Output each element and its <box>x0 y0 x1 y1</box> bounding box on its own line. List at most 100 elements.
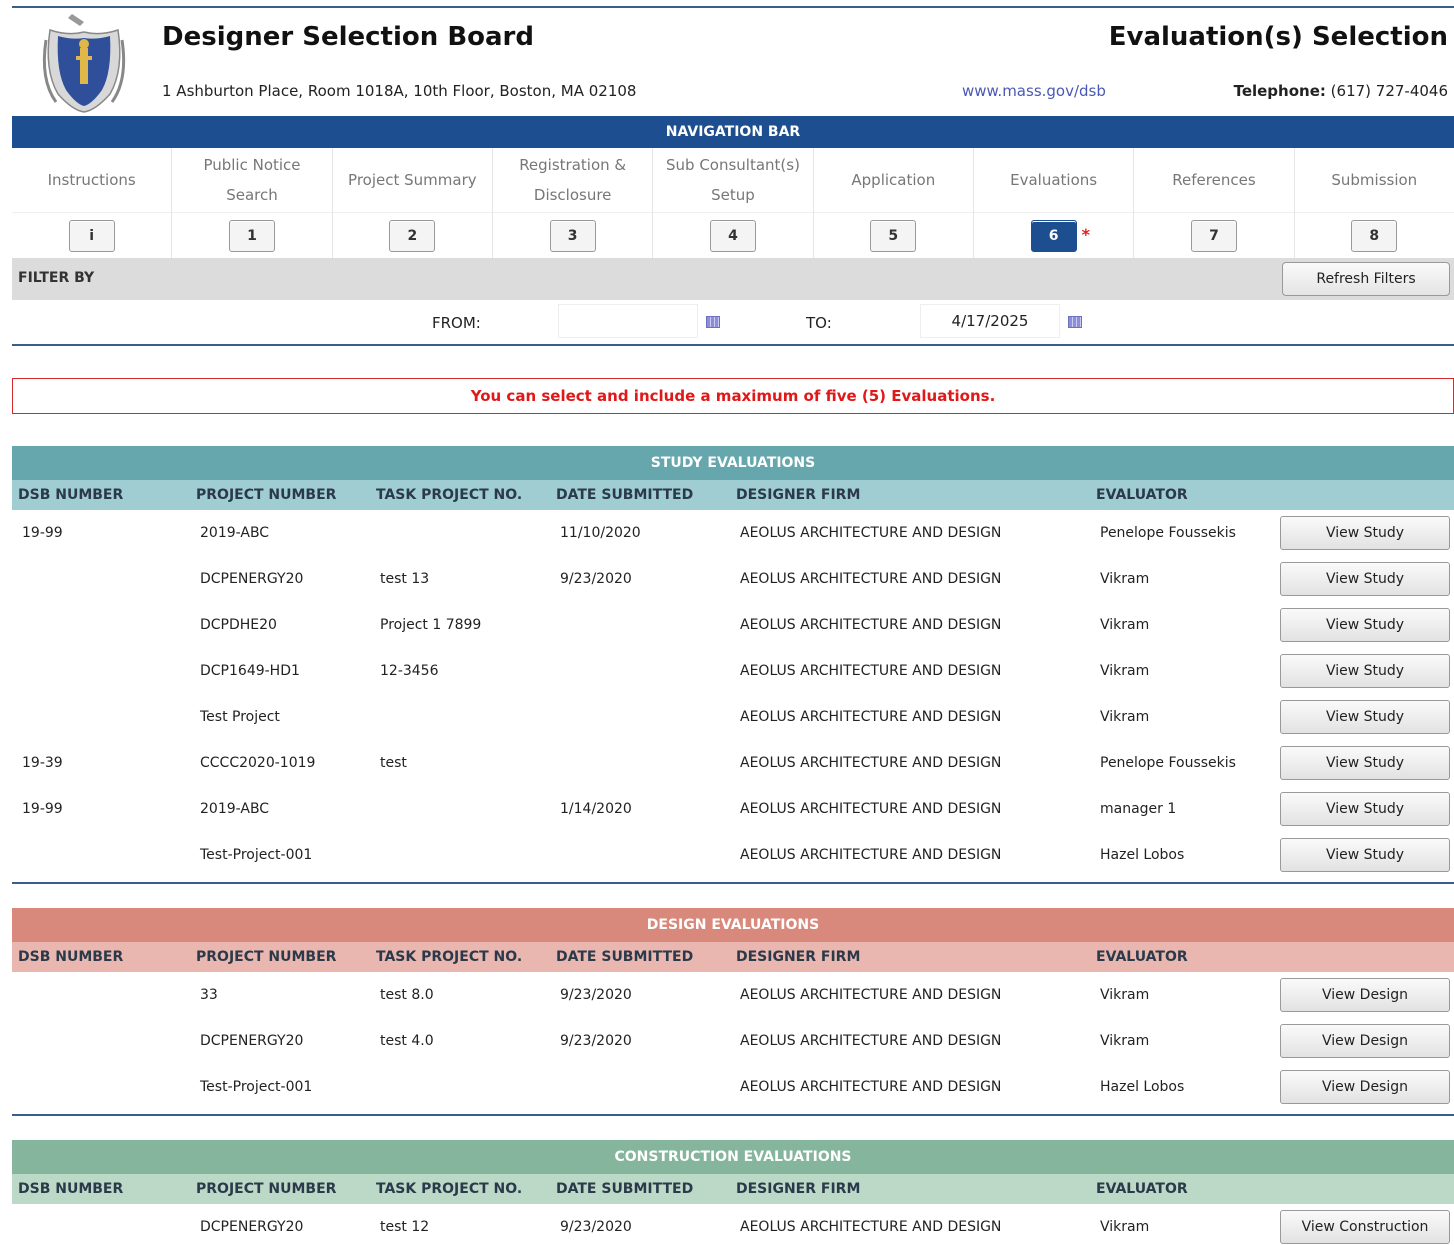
table-cell: DCPENERGY20 <box>200 1033 304 1049</box>
view-study-button[interactable]: View Study <box>1280 700 1450 734</box>
nav-step-3: Registration & Disclosure 3 <box>491 148 653 259</box>
table-cell: test 4.0 <box>380 1033 434 1049</box>
action-cell: View Study <box>1270 746 1454 780</box>
design-evaluations-section: DESIGN EVALUATIONS DSB NUMBER PROJECT NUMB… <box>12 908 1454 1116</box>
table-cell: DCPDHE20 <box>200 617 277 633</box>
to-calendar-icon[interactable] <box>1068 316 1082 328</box>
table-cell: 12-3456 <box>380 663 439 679</box>
study-evaluations-section: STUDY EVALUATIONS DSB NUMBER PROJECT NUMBE… <box>12 446 1454 884</box>
table-cell: Vikram <box>1100 571 1150 587</box>
nav-step-label[interactable]: Public Notice Search <box>172 148 332 214</box>
action-cell: View Study <box>1270 562 1454 596</box>
column-header: DESIGNER FIRM <box>736 1181 861 1197</box>
top-rule <box>12 6 1454 8</box>
table-cell: test 13 <box>380 571 430 587</box>
table-cell: test 12 <box>380 1219 430 1235</box>
view-study-button[interactable]: View Study <box>1280 654 1450 688</box>
nav-step-button[interactable]: 6 <box>1030 220 1077 253</box>
table-cell: AEOLUS ARCHITECTURE AND DESIGN <box>740 571 1002 587</box>
nav-step-label[interactable]: Project Summary <box>332 148 492 214</box>
nav-step-label[interactable]: Application <box>813 148 973 214</box>
nav-step-4: Sub Consultant(s) Setup 4 <box>652 148 813 259</box>
table-cell: Test-Project-001 <box>200 847 313 863</box>
nav-step-button[interactable]: i <box>68 220 115 253</box>
nav-step-button[interactable]: 2 <box>389 220 436 253</box>
table-cell: AEOLUS ARCHITECTURE AND DESIGN <box>740 1219 1002 1235</box>
action-cell: View Design <box>1270 978 1454 1012</box>
view-study-button[interactable]: View Study <box>1280 746 1450 780</box>
column-header: TASK PROJECT NO. <box>376 949 523 965</box>
nav-step-button-wrap: 5 <box>814 213 973 259</box>
view-study-button[interactable]: View Study <box>1280 516 1450 550</box>
view-study-button[interactable]: View Study <box>1280 792 1450 826</box>
table-cell: 1/14/2020 <box>560 801 632 817</box>
column-header: TASK PROJECT NO. <box>376 487 523 503</box>
nav-step-button[interactable]: 3 <box>549 220 596 253</box>
nav-step-1: Public Notice Search 1 <box>171 148 332 259</box>
from-calendar-icon[interactable] <box>706 316 720 328</box>
nav-step-label[interactable]: Evaluations <box>973 148 1134 214</box>
nav-step-button-wrap: 2 <box>333 213 492 259</box>
address: 1 Ashburton Place, Room 1018A, 10th Floo… <box>162 82 637 100</box>
column-header: DATE SUBMITTED <box>556 487 694 503</box>
table-cell: 9/23/2020 <box>560 1033 632 1049</box>
from-date-input[interactable] <box>558 304 698 338</box>
section-divider <box>12 1114 1454 1116</box>
table-cell: 9/23/2020 <box>560 987 632 1003</box>
to-date-input[interactable] <box>920 304 1060 338</box>
page-title: Evaluation(s) Selection <box>1108 22 1448 52</box>
section-title: STUDY EVALUATIONS <box>12 446 1454 480</box>
action-cell: View Study <box>1270 838 1454 872</box>
column-header: DESIGNER FIRM <box>736 949 861 965</box>
table-cell: AEOLUS ARCHITECTURE AND DESIGN <box>740 987 1002 1003</box>
view-design-button[interactable]: View Design <box>1280 1024 1450 1058</box>
view-study-button[interactable]: View Study <box>1280 562 1450 596</box>
nav-step-label[interactable]: Sub Consultant(s) Setup <box>653 148 813 214</box>
nav-step-label[interactable]: References <box>1134 148 1294 214</box>
table-row: 19-99 2019-ABC 1/14/2020 AEOLUS ARCHITECTUR… <box>12 786 1454 832</box>
table-cell: AEOLUS ARCHITECTURE AND DESIGN <box>740 1079 1002 1095</box>
filter-bar: FILTER BY Refresh Filters <box>12 258 1454 300</box>
table-cell: AEOLUS ARCHITECTURE AND DESIGN <box>740 755 1002 771</box>
nav-step-label[interactable]: Registration & Disclosure <box>492 148 653 214</box>
table-cell: AEOLUS ARCHITECTURE AND DESIGN <box>740 617 1002 633</box>
nav-step-button[interactable]: 8 <box>1351 220 1398 253</box>
table-cell: AEOLUS ARCHITECTURE AND DESIGN <box>740 663 1002 679</box>
column-header: PROJECT NUMBER <box>196 487 337 503</box>
column-header: PROJECT NUMBER <box>196 949 337 965</box>
nav-step-2: Project Summary 2 <box>331 148 492 259</box>
table-row: Test-Project-001 AEOLUS ARCHITECTURE AND … <box>12 832 1454 878</box>
max-evaluations-notice: You can select and include a maximum of … <box>12 378 1454 414</box>
table-cell: 11/10/2020 <box>560 525 641 541</box>
website-link[interactable]: www.mass.gov/dsb <box>962 82 1106 100</box>
column-header: TASK PROJECT NO. <box>376 1181 523 1197</box>
refresh-filters-button[interactable]: Refresh Filters <box>1282 262 1450 296</box>
table-cell: DCPENERGY20 <box>200 1219 304 1235</box>
nav-step-button[interactable]: 4 <box>709 220 756 253</box>
navigation-steps: Instructions i Public Notice Search 1 Projec… <box>12 148 1454 260</box>
nav-step-button[interactable]: 7 <box>1190 220 1237 253</box>
action-cell: View Study <box>1270 608 1454 642</box>
nav-step-button-wrap: 6 * <box>974 213 1133 259</box>
telephone: Telephone: (617) 727-4046 <box>1234 82 1448 100</box>
table-cell: Hazel Lobos <box>1100 1079 1185 1095</box>
construction-evaluations-section: CONSTRUCTION EVALUATIONS DSB NUMBER PROJEC… <box>12 1140 1454 1245</box>
date-range-filter: FROM: TO: <box>12 300 1454 346</box>
table-cell: 19-99 <box>22 801 63 817</box>
nav-step-label[interactable]: Instructions <box>12 148 172 214</box>
view-design-button[interactable]: View Design <box>1280 1070 1450 1104</box>
view-construction-button[interactable]: View Construction <box>1280 1210 1450 1244</box>
required-marker: * <box>1081 225 1090 245</box>
table-cell: Vikram <box>1100 617 1150 633</box>
view-study-button[interactable]: View Study <box>1280 838 1450 872</box>
action-cell: View Study <box>1270 654 1454 688</box>
nav-step-button[interactable]: 1 <box>228 220 275 253</box>
table-cell: Vikram <box>1100 1219 1150 1235</box>
view-design-button[interactable]: View Design <box>1280 978 1450 1012</box>
nav-step-button[interactable]: 5 <box>870 220 917 253</box>
table-cell: CCCC2020-1019 <box>200 755 316 771</box>
column-header: EVALUATOR <box>1096 1181 1188 1197</box>
nav-step-label[interactable]: Submission <box>1294 148 1454 214</box>
table-row: DCPENERGY20 test 4.0 9/23/2020 AEOLUS ARCHI… <box>12 1018 1454 1064</box>
view-study-button[interactable]: View Study <box>1280 608 1450 642</box>
